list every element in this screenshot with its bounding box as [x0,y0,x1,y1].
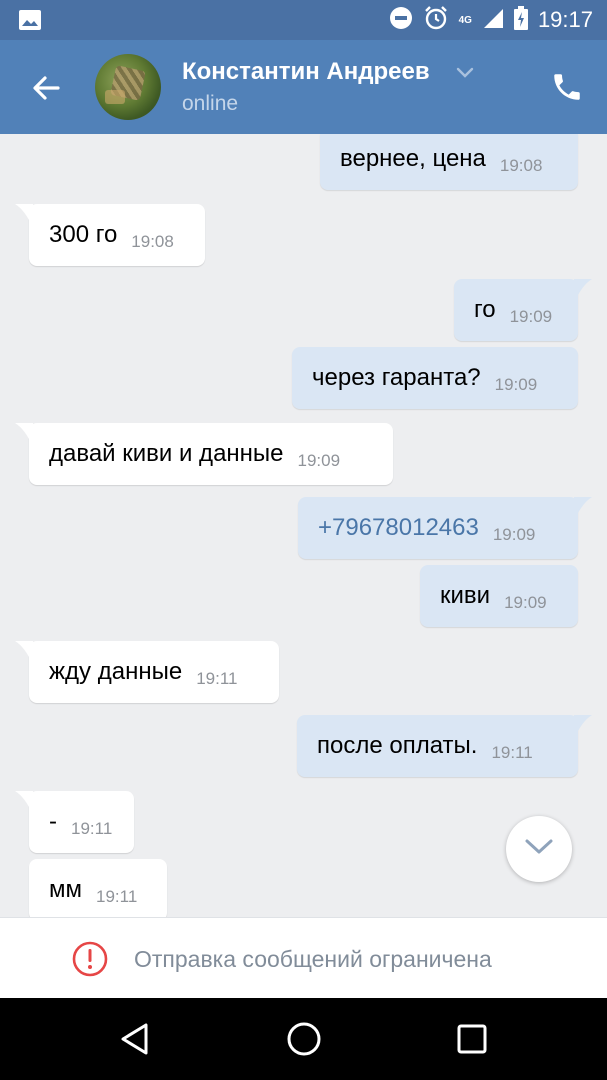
message-bubble-incoming[interactable]: жду данные 19:11 [15,641,279,703]
message-bubble-incoming[interactable]: давай киви и данные 19:09 [15,423,393,485]
message-bubble-outgoing[interactable]: киви 19:09 [420,565,578,627]
message-text: мм [49,876,82,903]
message-time: 19:09 [492,525,536,544]
message-text: киви [440,582,491,609]
message-bubble-outgoing[interactable]: вернее, цена 19:08 [320,134,578,190]
clock: 19:17 [537,7,593,32]
message-text: давай киви и данные [49,440,284,467]
message-bubble-incoming[interactable]: - 19:11 [15,791,134,853]
message-text: го [474,296,496,323]
chevron-down-icon [524,838,554,861]
message-bubble-outgoing[interactable]: +79678012463 19:09 [298,497,592,559]
system-navigation-bar [0,998,607,1080]
network-type: 4G [458,14,472,26]
message-text: - [49,808,57,835]
message-time: 19:09 [509,307,553,326]
message-bubble-incoming[interactable]: мм 19:11 [29,859,167,917]
restriction-text: Отправка сообщений ограничена [134,946,492,972]
message-time: 19:11 [196,669,238,688]
phone-number-link[interactable]: +79678012463 [318,514,479,542]
signal-icon [482,7,504,34]
phone-icon[interactable] [550,70,584,104]
status-bar: 4G 19:17 [0,0,607,40]
message-bubble-incoming[interactable]: 300 го 19:08 [15,204,205,266]
message-time: 19:08 [499,156,543,175]
alarm-icon [423,5,449,36]
chevron-down-icon[interactable] [456,66,474,80]
gallery-icon [18,9,42,31]
message-time: 19:08 [131,232,174,251]
scroll-to-bottom-button[interactable] [506,816,572,882]
message-time: 19:09 [494,375,538,394]
back-arrow-icon[interactable] [28,70,64,106]
recents-square-icon[interactable] [453,1020,491,1058]
contact-status: online [182,92,239,115]
message-time: 19:11 [96,887,138,906]
message-list[interactable]: вернее, цена 19:08 300 го 19:08 го 19:09… [0,134,607,917]
message-time: 19:11 [491,743,533,762]
message-time: 19:11 [71,819,113,838]
message-bubble-outgoing[interactable]: го 19:09 [454,279,592,341]
home-circle-icon[interactable] [285,1020,323,1058]
back-triangle-icon[interactable] [116,1020,154,1058]
message-text: вернее, цена [340,145,486,172]
warning-circle-icon [72,941,108,977]
message-text: после оплаты. [317,732,478,759]
message-text: жду данные [49,658,183,685]
messaging-restricted-bar: Отправка сообщений ограничена [0,917,607,998]
message-time: 19:09 [297,451,341,470]
message-time: 19:09 [504,593,547,612]
avatar[interactable] [95,54,161,120]
dnd-icon [389,6,413,35]
message-text: 300 го [49,221,118,248]
chat-header: Константин Андреев online [0,40,607,134]
battery-icon [513,5,528,35]
message-bubble-outgoing[interactable]: после оплаты. 19:11 [297,715,592,777]
message-text: через гаранта? [312,364,481,391]
message-bubble-outgoing[interactable]: через гаранта? 19:09 [292,347,578,409]
contact-name[interactable]: Константин Андреев [182,58,430,86]
